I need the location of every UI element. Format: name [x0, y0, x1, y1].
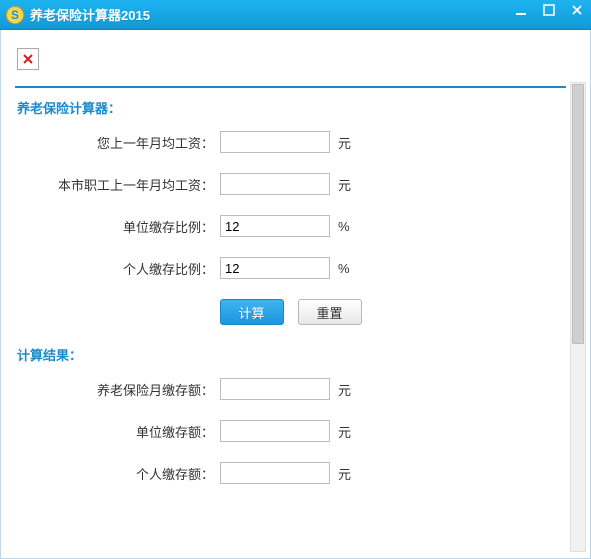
unit-personal-rate: %	[330, 261, 356, 276]
close-button[interactable]	[563, 0, 591, 20]
unit-personal-amt: 元	[330, 464, 356, 483]
unit-city-avg-salary: 元	[330, 175, 356, 194]
client-area: 养老保险计算器： 您上一年月均工资： 元 本市职工上一年月均工资： 元 单位缴存…	[0, 30, 591, 559]
input-own-avg-salary[interactable]	[220, 131, 330, 153]
window-controls	[507, 0, 591, 29]
row-personal-rate: 个人缴存比例： %	[15, 257, 566, 279]
row-monthly-total: 养老保险月缴存额： 元	[15, 378, 566, 400]
unit-employer-rate: %	[330, 219, 356, 234]
label-own-avg-salary: 您上一年月均工资：	[15, 133, 220, 152]
row-employer-rate: 单位缴存比例： %	[15, 215, 566, 237]
button-row: 计算 重置	[15, 299, 566, 325]
label-city-avg-salary: 本市职工上一年月均工资：	[15, 175, 220, 194]
reset-button[interactable]: 重置	[298, 299, 362, 325]
calc-button[interactable]: 计算	[220, 299, 284, 325]
window-title: 养老保险计算器2015	[30, 5, 150, 24]
label-personal-amt: 个人缴存额：	[15, 464, 220, 483]
titlebar: S 养老保险计算器2015	[0, 0, 591, 30]
output-employer-amt[interactable]	[220, 420, 330, 442]
form-section-title: 养老保险计算器：	[17, 98, 566, 117]
row-personal-amt: 个人缴存额： 元	[15, 462, 566, 484]
output-monthly-total[interactable]	[220, 378, 330, 400]
unit-monthly-total: 元	[330, 380, 356, 399]
minimize-button[interactable]	[507, 0, 535, 20]
row-own-avg-salary: 您上一年月均工资： 元	[15, 131, 566, 153]
input-city-avg-salary[interactable]	[220, 173, 330, 195]
scrollbar-thumb[interactable]	[572, 84, 584, 344]
results-section-title: 计算结果：	[17, 345, 566, 364]
row-employer-amt: 单位缴存额： 元	[15, 420, 566, 442]
app-icon: S	[6, 6, 24, 24]
unit-own-avg-salary: 元	[330, 133, 356, 152]
input-personal-rate[interactable]	[220, 257, 330, 279]
input-employer-rate[interactable]	[220, 215, 330, 237]
vertical-scrollbar[interactable]	[570, 82, 586, 552]
maximize-button[interactable]	[535, 0, 563, 20]
label-personal-rate: 个人缴存比例：	[15, 259, 220, 278]
unit-employer-amt: 元	[330, 422, 356, 441]
content: 养老保险计算器： 您上一年月均工资： 元 本市职工上一年月均工资： 元 单位缴存…	[15, 40, 566, 558]
close-image-button[interactable]	[17, 48, 39, 70]
label-employer-rate: 单位缴存比例：	[15, 217, 220, 236]
divider	[15, 86, 566, 88]
label-employer-amt: 单位缴存额：	[15, 422, 220, 441]
output-personal-amt[interactable]	[220, 462, 330, 484]
label-monthly-total: 养老保险月缴存额：	[15, 380, 220, 399]
row-city-avg-salary: 本市职工上一年月均工资： 元	[15, 173, 566, 195]
